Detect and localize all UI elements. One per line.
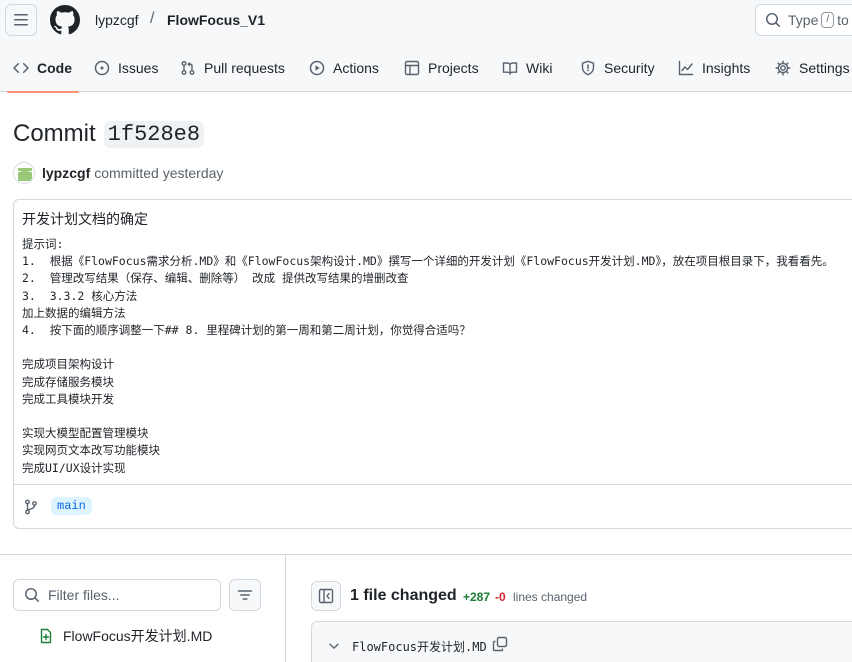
- identicon-icon: [14, 163, 34, 183]
- tab-code[interactable]: Code: [7, 44, 79, 93]
- avatar[interactable]: [13, 162, 35, 184]
- search-prefix-text: Type: [788, 12, 819, 28]
- branch-link[interactable]: main: [51, 497, 92, 515]
- tab-settings[interactable]: Settings: [775, 44, 850, 92]
- commit-message-body: 提示词: 1. 根据《FlowFocus需求分析.MD》和《FlowFocus架…: [22, 237, 834, 475]
- tab-projects[interactable]: Projects: [404, 44, 479, 92]
- filter-icon: [237, 590, 253, 600]
- breadcrumb-separator: /: [150, 10, 155, 27]
- global-header: lypzcgf / FlowFocus_V1 Type / to: [0, 0, 852, 44]
- divider: [14, 484, 852, 485]
- tab-security-label: Security: [604, 60, 655, 76]
- search-icon: [766, 13, 781, 28]
- github-logo-icon[interactable]: [50, 5, 80, 35]
- page-title: Commit 1f528e8: [13, 120, 205, 148]
- tab-issues-label: Issues: [118, 60, 159, 76]
- lines-changed-label: lines changed: [513, 590, 588, 604]
- tab-insights-label: Insights: [702, 60, 751, 76]
- issue-icon: [94, 60, 110, 76]
- tab-pull-requests-label: Pull requests: [204, 60, 285, 76]
- tab-actions-label: Actions: [333, 60, 379, 76]
- tab-code-label: Code: [37, 60, 72, 76]
- search-shortcut-key: /: [821, 12, 835, 28]
- filter-options-button[interactable]: [229, 579, 261, 611]
- commit-message-box: 开发计划文档的确定 提示词: 1. 根据《FlowFocus需求分析.MD》和《…: [13, 199, 852, 529]
- tab-wiki-label: Wiki: [526, 60, 553, 76]
- pull-request-icon: [181, 61, 195, 75]
- commit-sha: 1f528e8: [103, 120, 205, 148]
- table-icon: [404, 60, 420, 76]
- search-input[interactable]: Type / to: [755, 4, 852, 36]
- search-suffix-text: to: [837, 12, 849, 28]
- code-icon: [13, 62, 29, 74]
- file-tree-item-label: FlowFocus开发计划.MD: [63, 628, 213, 644]
- play-icon: [309, 60, 325, 76]
- files-changed-count: 1 file changed: [350, 587, 457, 604]
- commit-author-row: lypzcgf committed yesterday: [13, 162, 223, 184]
- graph-icon: [678, 60, 694, 76]
- tab-security[interactable]: Security: [580, 44, 655, 92]
- git-branch-icon: [25, 499, 37, 515]
- chevron-down-icon[interactable]: [327, 639, 341, 653]
- additions-count: +287: [463, 590, 491, 604]
- tab-projects-label: Projects: [428, 60, 479, 76]
- toggle-file-tree-button[interactable]: [311, 581, 341, 611]
- commit-message-title: 开发计划文档的确定: [22, 211, 148, 227]
- deletions-count: -0: [495, 590, 506, 604]
- tab-actions[interactable]: Actions: [309, 44, 379, 92]
- file-added-icon: [40, 628, 52, 644]
- diff-file-header: FlowFocus开发计划.MD: [311, 621, 852, 662]
- hamburger-icon: [14, 14, 28, 26]
- divider: [0, 554, 852, 555]
- tab-pull-requests[interactable]: Pull requests: [180, 44, 285, 92]
- book-icon: [502, 62, 518, 75]
- tab-insights[interactable]: Insights: [678, 44, 750, 92]
- repo-tab-nav: Code Issues Pull requests Actions Projec…: [0, 44, 852, 93]
- commit-heading: Commit: [13, 120, 96, 147]
- tab-wiki[interactable]: Wiki: [502, 44, 552, 92]
- copy-icon[interactable]: [492, 636, 508, 652]
- breadcrumb-repo-link[interactable]: FlowFocus_V1: [167, 12, 265, 28]
- file-tree-item[interactable]: FlowFocus开发计划.MD: [38, 626, 212, 646]
- diff-file-path[interactable]: FlowFocus开发计划.MD: [352, 638, 487, 655]
- divider: [285, 554, 286, 662]
- tab-issues[interactable]: Issues: [94, 44, 158, 92]
- sidebar-collapse-icon: [318, 588, 334, 604]
- search-icon: [25, 588, 40, 603]
- gear-icon: [775, 60, 791, 76]
- filter-files-input[interactable]: Filter files...: [13, 579, 221, 611]
- shield-icon: [581, 60, 595, 76]
- breadcrumb-owner-link[interactable]: lypzcgf: [95, 12, 139, 28]
- commit-action-text: committed yesterday: [94, 165, 224, 181]
- filter-files-placeholder: Filter files...: [48, 587, 120, 603]
- commit-author-link[interactable]: lypzcgf: [42, 165, 90, 181]
- menu-button[interactable]: [5, 4, 37, 36]
- tab-settings-label: Settings: [799, 60, 850, 76]
